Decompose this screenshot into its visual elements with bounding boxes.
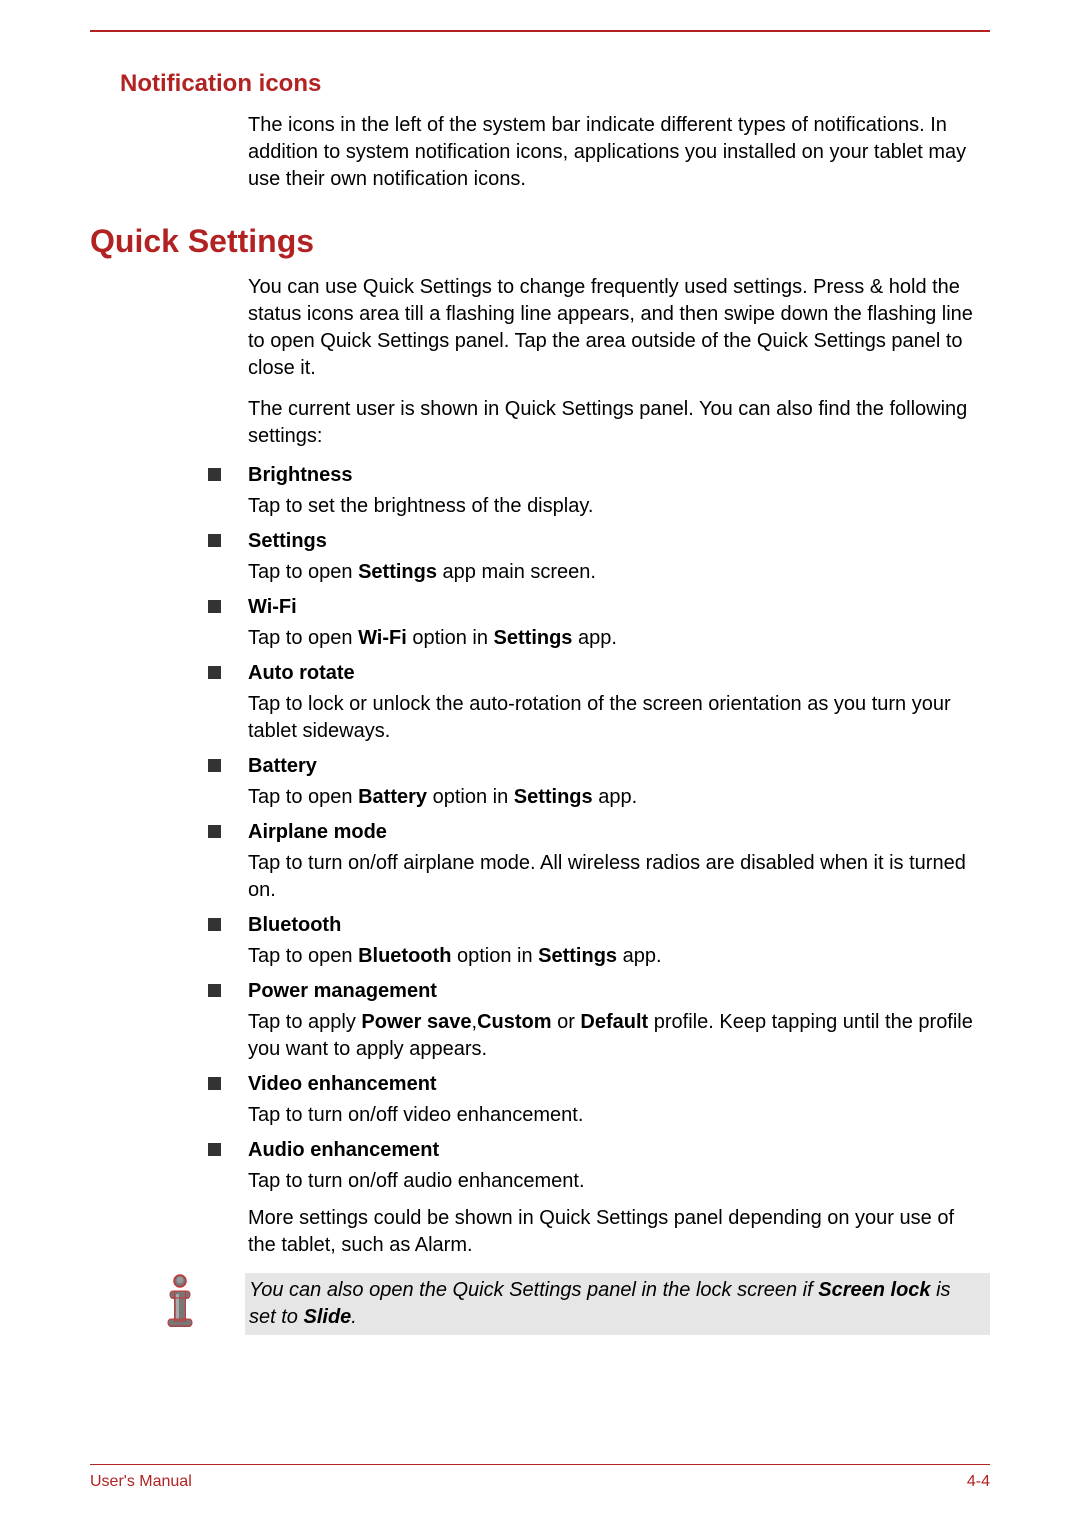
list-item: Wi-Fi Tap to open Wi-Fi option in Setting… bbox=[248, 596, 980, 652]
item-desc: Tap to open Battery option in Settings a… bbox=[248, 784, 980, 811]
list-item: Power management Tap to apply Power save,… bbox=[248, 980, 980, 1063]
list-item: Brightness Tap to set the brightness of t… bbox=[248, 464, 980, 520]
item-title: Wi-Fi bbox=[248, 596, 980, 619]
square-bullet-icon bbox=[208, 984, 221, 997]
square-bullet-icon bbox=[208, 759, 221, 772]
item-desc: Tap to open Settings app main screen. bbox=[248, 559, 980, 586]
footer-left: User's Manual bbox=[90, 1473, 192, 1491]
quick-settings-list: Brightness Tap to set the brightness of t… bbox=[248, 464, 980, 1195]
list-item: Bluetooth Tap to open Bluetooth option in… bbox=[248, 914, 980, 970]
item-desc: Tap to set the brightness of the display… bbox=[248, 493, 980, 520]
info-note-text: You can also open the Quick Settings pan… bbox=[245, 1273, 990, 1335]
item-title: Battery bbox=[248, 755, 980, 778]
item-title: Airplane mode bbox=[248, 821, 980, 844]
square-bullet-icon bbox=[208, 468, 221, 481]
square-bullet-icon bbox=[208, 666, 221, 679]
square-bullet-icon bbox=[208, 918, 221, 931]
item-desc: Tap to open Bluetooth option in Settings… bbox=[248, 943, 980, 970]
quick-settings-para3: More settings could be shown in Quick Se… bbox=[248, 1205, 980, 1259]
info-icon bbox=[160, 1273, 200, 1328]
item-desc: Tap to turn on/off video enhancement. bbox=[248, 1102, 980, 1129]
item-title: Bluetooth bbox=[248, 914, 980, 937]
item-title: Brightness bbox=[248, 464, 980, 487]
square-bullet-icon bbox=[208, 825, 221, 838]
quick-settings-para2: The current user is shown in Quick Setti… bbox=[248, 396, 980, 450]
subsection-title-notification-icons: Notification icons bbox=[120, 70, 990, 98]
square-bullet-icon bbox=[208, 1143, 221, 1156]
list-item: Settings Tap to open Settings app main sc… bbox=[248, 530, 980, 586]
item-title: Power management bbox=[248, 980, 980, 1003]
item-desc: Tap to turn on/off audio enhancement. bbox=[248, 1168, 980, 1195]
list-item: Video enhancement Tap to turn on/off vide… bbox=[248, 1073, 980, 1129]
list-item: Airplane mode Tap to turn on/off airplane… bbox=[248, 821, 980, 904]
item-title: Video enhancement bbox=[248, 1073, 980, 1096]
quick-settings-para1: You can use Quick Settings to change fre… bbox=[248, 274, 980, 382]
footer-right: 4-4 bbox=[967, 1473, 990, 1491]
item-desc: Tap to apply Power save,Custom or Defaul… bbox=[248, 1009, 980, 1063]
item-desc: Tap to turn on/off airplane mode. All wi… bbox=[248, 850, 980, 904]
item-desc: Tap to open Wi-Fi option in Settings app… bbox=[248, 625, 980, 652]
top-rule bbox=[90, 30, 990, 32]
item-title: Settings bbox=[248, 530, 980, 553]
square-bullet-icon bbox=[208, 600, 221, 613]
item-desc: Tap to lock or unlock the auto-rotation … bbox=[248, 691, 980, 745]
item-title: Auto rotate bbox=[248, 662, 980, 685]
square-bullet-icon bbox=[208, 1077, 221, 1090]
list-item: Audio enhancement Tap to turn on/off audi… bbox=[248, 1139, 980, 1195]
info-note: You can also open the Quick Settings pan… bbox=[160, 1273, 990, 1335]
item-title: Audio enhancement bbox=[248, 1139, 980, 1162]
notification-icons-paragraph: The icons in the left of the system bar … bbox=[248, 112, 980, 193]
section-title-quick-settings: Quick Settings bbox=[90, 223, 990, 260]
square-bullet-icon bbox=[208, 534, 221, 547]
list-item: Auto rotate Tap to lock or unlock the aut… bbox=[248, 662, 980, 745]
page-footer: User's Manual 4-4 bbox=[90, 1464, 990, 1491]
bottom-rule bbox=[90, 1464, 990, 1465]
list-item: Battery Tap to open Battery option in Set… bbox=[248, 755, 980, 811]
